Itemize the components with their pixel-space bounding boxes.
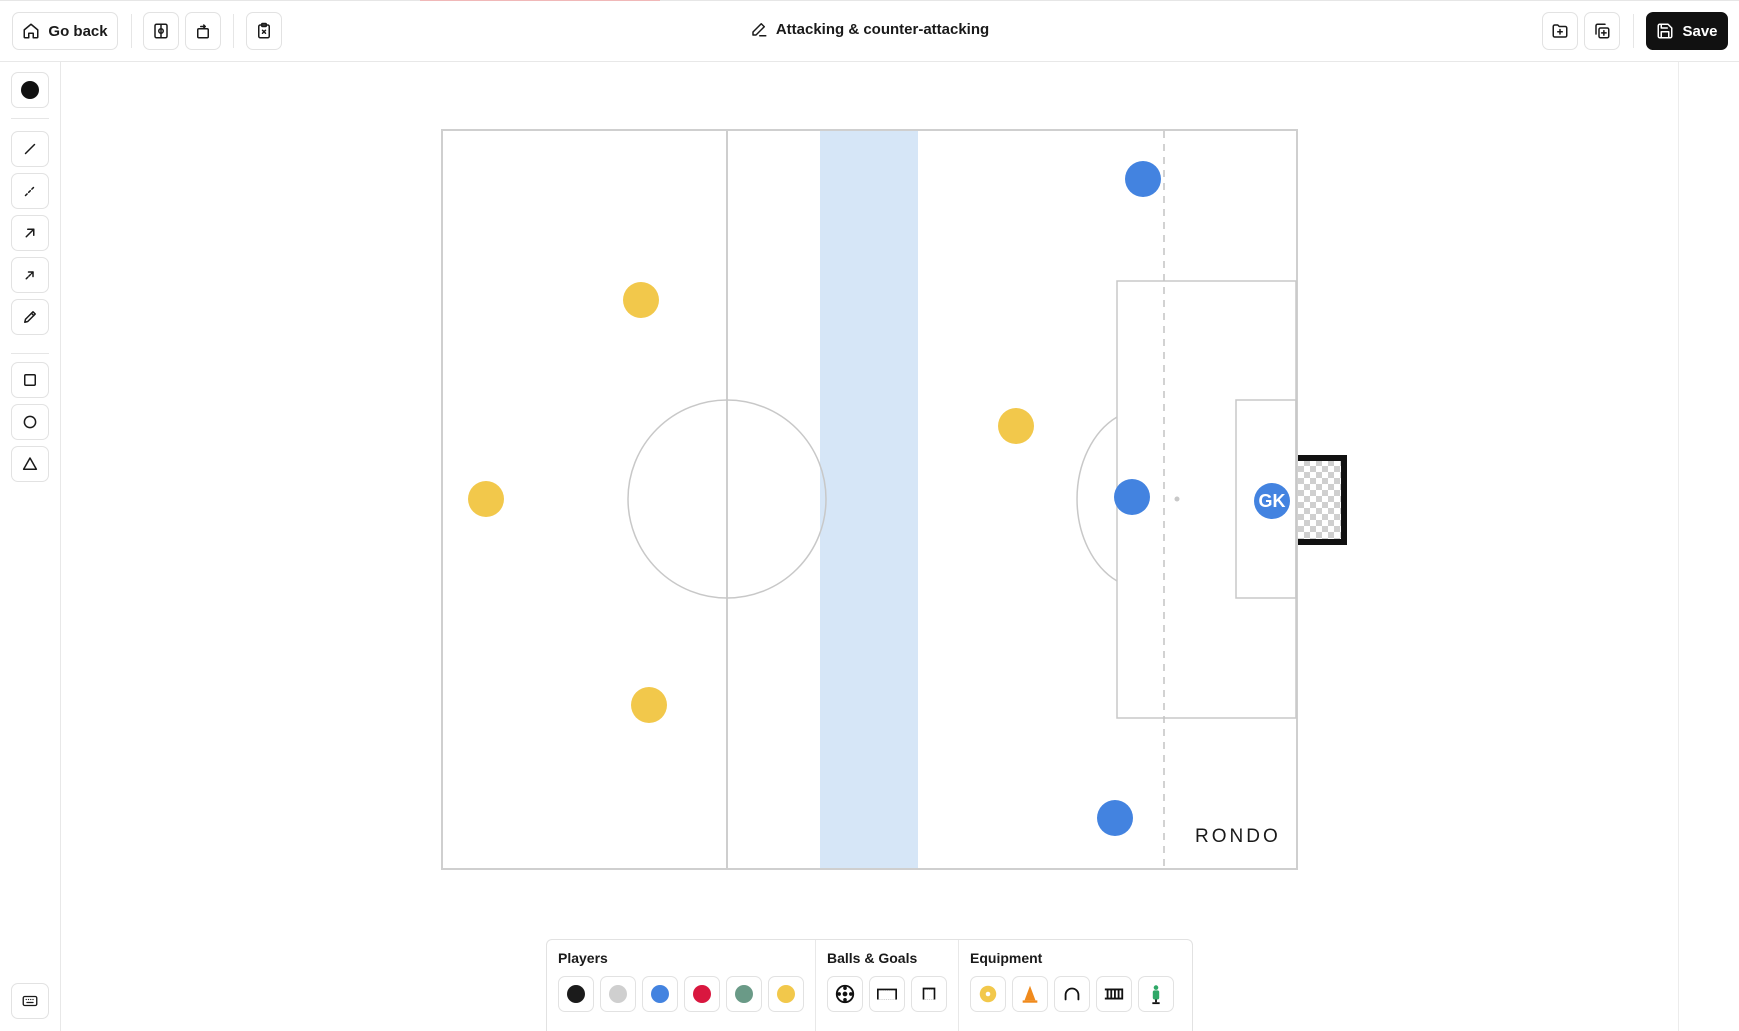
duplicate-button[interactable] [1584,12,1620,50]
ladder-item[interactable] [1096,976,1132,1012]
loading-accent [420,0,660,1]
dashed-arrow-tool[interactable] [11,257,49,293]
keyboard-shortcuts-button[interactable] [11,983,49,1019]
hurdle-icon [1064,987,1080,1001]
penalty-arc [1076,416,1118,582]
triangle-icon [22,457,38,470]
blue-player[interactable] [1097,800,1133,836]
goalkeeper-label: GK [1258,490,1286,511]
yellow-player[interactable] [623,282,659,318]
line-tool[interactable] [11,131,49,167]
cone-icon [1022,985,1038,1003]
color-swatch-icon [21,81,39,99]
player-dot-icon [609,985,627,1003]
balls-goals-section: Balls & Goals [816,940,959,1031]
save-button[interactable]: Save [1646,12,1728,50]
circle-icon [23,415,37,429]
ladder-icon [1104,988,1124,1000]
circle-tool[interactable] [11,404,49,440]
dashed-line-icon [24,185,36,197]
dashed-arrow-icon [25,271,34,280]
balls-goals-section-title: Balls & Goals [827,950,918,966]
red-player-swatch[interactable] [684,976,720,1012]
elements-palette: Players Balls & Goals Equipment [546,939,1193,1031]
black-player-swatch[interactable] [558,976,594,1012]
mannequin-item[interactable] [1138,976,1174,1012]
top-toolbar: Go back Attacking & counter-attacking Sa… [0,0,1739,62]
folder-plus-icon [1552,24,1568,38]
penalty-spot [1174,496,1180,502]
player-dot-icon [567,985,585,1003]
equipment-section: Equipment [959,940,1185,1031]
rondo-wordmark: RONDO [1195,826,1281,847]
save-icon [1657,23,1673,39]
yellow-player[interactable] [468,481,504,517]
pitch-markings [627,131,1297,868]
pitch-canvas[interactable]: GK [441,129,1347,870]
drill-title: Attacking & counter-attacking [775,20,990,38]
rondo-watermark: RONDO [1195,826,1281,848]
yellow-player-swatch[interactable] [768,976,804,1012]
player-dot-icon [735,985,753,1003]
arrow-up-right-icon [25,228,35,238]
ball-item[interactable] [827,976,863,1012]
soccer-ball-icon [835,984,855,1004]
save-label: Save [1682,22,1718,40]
marker-disc-icon [979,985,997,1003]
players-section: Players [547,940,816,1031]
grey-player-swatch[interactable] [600,976,636,1012]
yellow-player[interactable] [998,408,1034,444]
equipment-section-title: Equipment [970,950,1043,966]
rectangle-tool[interactable] [11,362,49,398]
players-section-title: Players [558,950,608,966]
highlighted-zone [820,131,918,868]
goal-icon[interactable] [1298,454,1350,546]
drawing-tools-sidebar [0,62,61,1031]
large-goal-icon [877,988,897,1000]
keyboard-icon [22,995,38,1007]
player-dot-icon [777,985,795,1003]
goalkeeper-token[interactable]: GK [1254,483,1290,519]
tools-divider [11,353,49,354]
top-edge [0,0,1739,1]
freehand-tool[interactable] [11,299,49,335]
blue-player-swatch[interactable] [642,976,678,1012]
yellow-player[interactable] [631,687,667,723]
player-dot-icon [651,985,669,1003]
pencil-icon [24,311,36,323]
cone-item[interactable] [1012,976,1048,1012]
marker-disc-item[interactable] [970,976,1006,1012]
player-dot-icon [693,985,711,1003]
canvas-right-border [1678,62,1679,1031]
arrow-tool[interactable] [11,215,49,251]
small-goal-icon [922,987,936,1000]
color-picker-tool[interactable] [11,72,49,108]
toolbar-divider [1633,14,1634,48]
hurdle-item[interactable] [1054,976,1090,1012]
tools-divider [11,118,49,119]
copy-plus-icon [1595,23,1610,39]
blue-player[interactable] [1114,479,1150,515]
small-goal-item[interactable] [911,976,947,1012]
triangle-tool[interactable] [11,446,49,482]
dashed-line-tool[interactable] [11,173,49,209]
mannequin-icon [1152,985,1160,1005]
blue-player[interactable] [1125,161,1161,197]
large-goal-item[interactable] [869,976,905,1012]
square-icon [24,374,36,386]
green-player-swatch[interactable] [726,976,762,1012]
pencil-icon [752,23,767,37]
line-icon [24,143,36,155]
drill-title-area[interactable]: Attacking & counter-attacking [0,20,1739,38]
add-to-folder-button[interactable] [1542,12,1578,50]
